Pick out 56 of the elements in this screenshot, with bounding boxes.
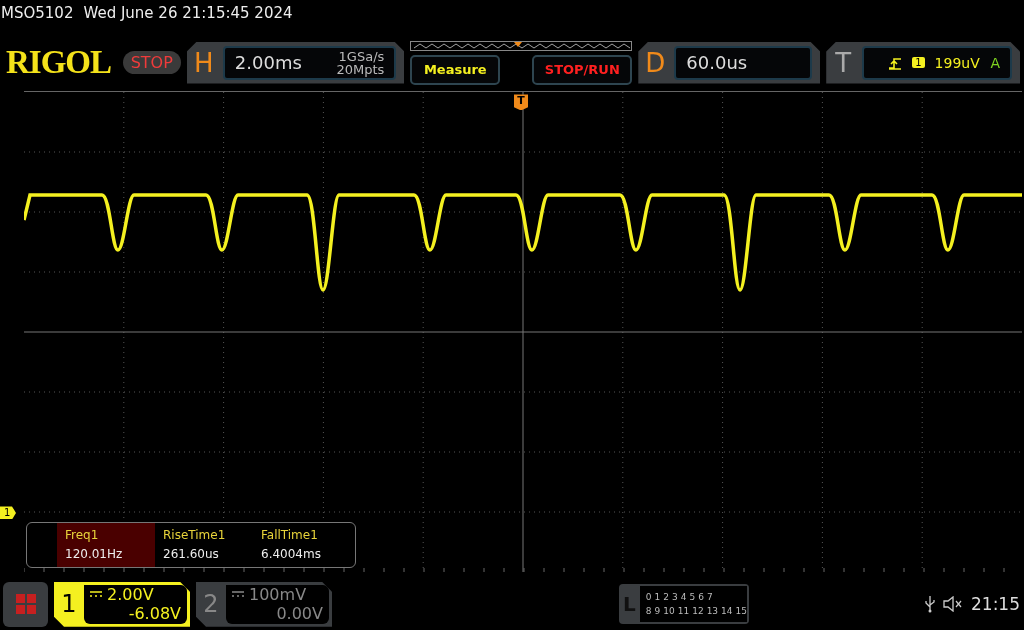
measurement-item[interactable]: RiseTime1 261.60us xyxy=(155,523,253,568)
digital-channel-label: 10 xyxy=(663,605,675,619)
sample-rate: 1GSa/s xyxy=(338,49,385,63)
trigger-level: 199uV xyxy=(934,54,980,71)
horizontal-panel[interactable]: H 2.00ms 1GSa/s 20Mpts xyxy=(186,41,405,84)
channel-number: 1 xyxy=(60,589,78,621)
digital-channel-label: 5 xyxy=(689,591,696,605)
digital-channel-label: 12 xyxy=(692,605,704,619)
usb-icon xyxy=(925,595,935,614)
clock: 21:15 xyxy=(971,594,1020,615)
logo: RIGOL xyxy=(6,44,113,82)
digital-channel-label: 2 xyxy=(663,591,669,605)
digital-channel-label: 15 xyxy=(735,605,747,619)
vertical-scale: 100mV xyxy=(249,584,307,604)
digital-channel-label: 9 xyxy=(654,605,661,619)
panel-key: H xyxy=(192,47,215,78)
digital-channel-label: 4 xyxy=(680,591,687,605)
digital-channel-label: 14 xyxy=(721,605,733,619)
channel-offset-marker[interactable]: 1 xyxy=(0,506,16,520)
stop-run-button[interactable]: STOP/RUN xyxy=(532,54,633,85)
rising-edge-icon xyxy=(888,55,903,70)
dc-coupling-icon xyxy=(90,591,102,598)
speaker-muted-icon xyxy=(943,596,963,613)
trigger-panel[interactable]: T 1 199uV A xyxy=(826,41,1020,84)
digital-channel-label: 8 xyxy=(645,605,652,619)
vertical-offset: 0.00V xyxy=(276,603,323,623)
channel-number: 2 xyxy=(202,589,220,621)
digital-channel-label: 13 xyxy=(706,605,719,619)
panel-key: D xyxy=(644,47,667,78)
trigger-mode: A xyxy=(990,54,1000,71)
grid-menu-icon xyxy=(15,594,36,615)
measurement-item[interactable]: FallTime1 6.4004ms xyxy=(253,523,351,568)
measure-button[interactable]: Measure xyxy=(410,54,501,85)
digital-channel-label: 1 xyxy=(654,591,661,605)
delay-value: 60.0us xyxy=(686,52,748,74)
measurement-item[interactable]: Freq1 120.01Hz xyxy=(57,523,155,568)
trigger-source: 1 xyxy=(912,57,925,69)
digital-channel-label: 7 xyxy=(706,591,713,605)
digital-channel-label: 11 xyxy=(677,605,690,619)
memory-depth: 20Mpts xyxy=(336,62,385,76)
panel-key: T xyxy=(832,47,855,78)
channel-panel[interactable]: 1 2.00V -6.08V xyxy=(54,581,190,627)
digital-channel-label: 0 xyxy=(645,591,652,605)
trigger-position-marker[interactable]: T xyxy=(514,94,528,111)
timebase-value: 2.00ms xyxy=(234,52,302,74)
vertical-offset: -6.08V xyxy=(128,603,181,623)
menu-button[interactable] xyxy=(3,581,48,627)
date-time: Wed June 26 21:15:45 2024 xyxy=(83,4,293,22)
dc-coupling-icon xyxy=(232,591,244,598)
model-name: MSO5102 xyxy=(1,4,74,22)
delay-panel[interactable]: D 60.0us xyxy=(638,41,821,84)
vertical-scale: 2.00V xyxy=(107,584,154,604)
channel-panel[interactable]: 2 100mV 0.00V xyxy=(196,581,332,627)
digital-channel-label: 3 xyxy=(672,591,678,605)
run-state-indicator: STOP xyxy=(122,51,181,75)
digital-channel-label: 6 xyxy=(698,591,704,605)
